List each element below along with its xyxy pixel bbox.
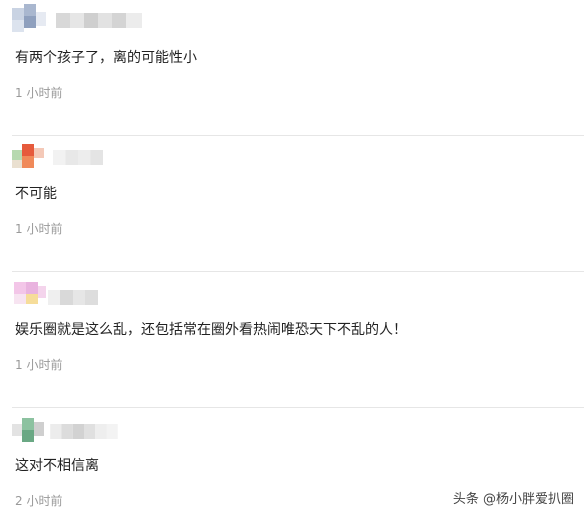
comment-time: 1 小时前 bbox=[15, 358, 63, 372]
comment-time: 1 小时前 bbox=[15, 86, 63, 100]
username-blurred[interactable] bbox=[48, 424, 120, 439]
username-blurred[interactable] bbox=[48, 290, 98, 305]
comment-text: 娱乐圈就是这么乱，还包括常在圈外看热闹唯恐天下不乱的人！ bbox=[15, 322, 407, 338]
comment-header bbox=[12, 276, 252, 308]
comment-text: 不可能 bbox=[15, 186, 57, 202]
comment-time: 2 小时前 bbox=[15, 494, 63, 508]
comment-header bbox=[12, 140, 252, 172]
avatar[interactable] bbox=[12, 140, 48, 172]
avatar[interactable] bbox=[12, 4, 48, 36]
watermark: 头条 @杨小胖爱扒圈 bbox=[452, 492, 574, 507]
comment-item: 有两个孩子了，离的可能性小 1 小时前 bbox=[0, 0, 584, 136]
username-blurred[interactable] bbox=[56, 13, 142, 28]
comment-header bbox=[12, 412, 252, 444]
comment-item: 不可能 1 小时前 bbox=[0, 136, 584, 272]
comment-item: 娱乐圈就是这么乱，还包括常在圈外看热闹唯恐天下不乱的人！ 1 小时前 bbox=[0, 272, 584, 408]
comment-header bbox=[12, 4, 252, 36]
comment-text: 有两个孩子了，离的可能性小 bbox=[15, 50, 197, 66]
avatar[interactable] bbox=[12, 276, 48, 308]
comment-time: 1 小时前 bbox=[15, 222, 63, 236]
comment-text: 这对不相信离 bbox=[15, 458, 99, 474]
avatar[interactable] bbox=[12, 412, 48, 444]
username-blurred[interactable] bbox=[48, 150, 108, 165]
